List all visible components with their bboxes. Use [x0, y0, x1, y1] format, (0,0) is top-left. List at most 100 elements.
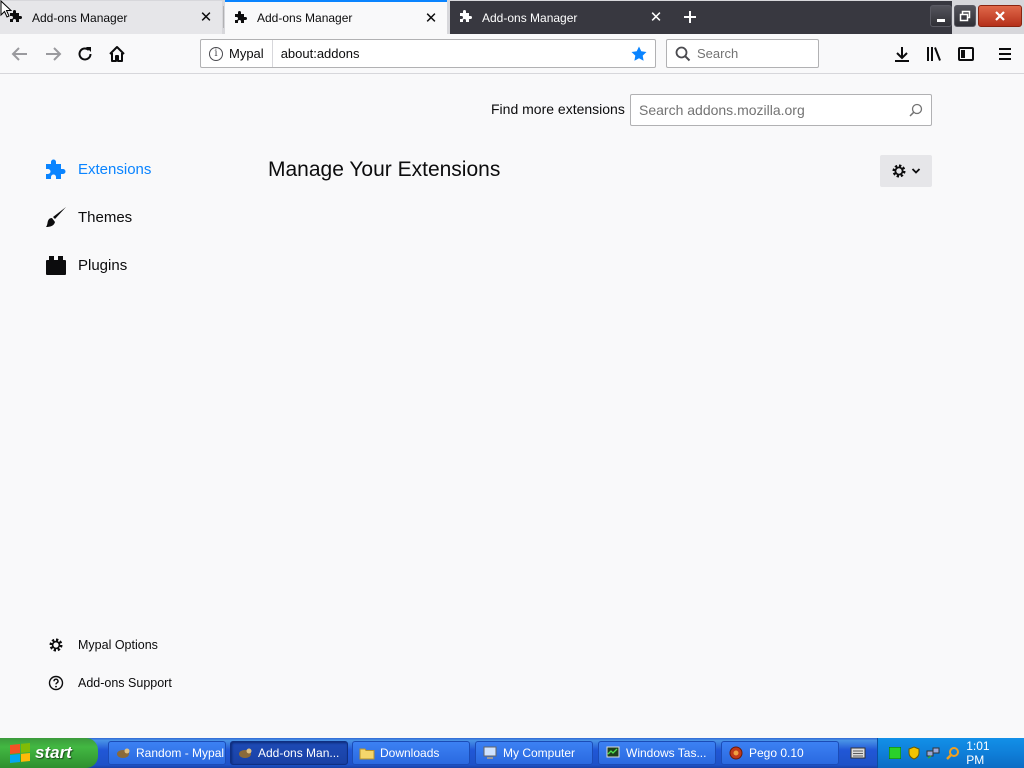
new-tab-button[interactable] [676, 5, 704, 29]
pego-icon [728, 745, 744, 761]
forward-button[interactable] [39, 40, 67, 68]
home-button[interactable] [103, 40, 131, 68]
keyboard-icon [850, 747, 866, 759]
find-more-label: Find more extensions [491, 101, 625, 117]
downloads-button[interactable] [888, 40, 916, 68]
category-label: Themes [78, 208, 133, 226]
system-tray: 1:01 PM [877, 738, 1024, 768]
gear-icon [46, 635, 66, 655]
footer-link-label: Mypal Options [78, 638, 158, 652]
minimize-button[interactable] [930, 5, 952, 27]
tab-addons-manager-3[interactable]: Add-ons Manager ✕ [450, 1, 672, 34]
reload-icon [78, 47, 92, 61]
restore-button[interactable] [954, 5, 976, 27]
info-icon: i [209, 46, 223, 61]
url-bar[interactable]: i Mypal about:addons [200, 39, 656, 68]
taskbar-item-label: Downloads [380, 746, 440, 760]
task-manager-icon [605, 745, 621, 761]
taskbar-item-label: Add-ons Man... [258, 746, 340, 760]
hamburger-menu-icon [999, 48, 1011, 60]
category-label: Plugins [78, 256, 128, 274]
category-label: Extensions [78, 160, 152, 178]
clock[interactable]: 1:01 PM [966, 739, 1008, 767]
back-arrow-icon [11, 47, 27, 61]
menu-button[interactable] [991, 40, 1019, 68]
plus-icon [684, 11, 696, 23]
start-label: start [35, 743, 72, 762]
minimize-icon [937, 18, 945, 22]
restore-icon [959, 10, 971, 22]
plugin-block-icon [44, 253, 68, 277]
sidebar-button[interactable] [952, 40, 980, 68]
taskbar-item-random-mypal[interactable]: Random - Mypal [108, 741, 226, 765]
footer-link-label: Add-ons Support [78, 676, 172, 690]
folder-icon [359, 745, 375, 761]
download-icon [895, 47, 909, 62]
start-button[interactable]: start [0, 738, 98, 768]
tab-title: Add-ons Manager [257, 11, 353, 25]
help-icon [46, 673, 66, 693]
tab-addons-manager-2[interactable]: Add-ons Manager ✕ [225, 0, 447, 34]
search-bar[interactable]: Search [666, 39, 819, 68]
taskbar-item-label: Random - Mypal [136, 746, 225, 760]
addons-search-placeholder: Search addons.mozilla.org [639, 102, 805, 118]
mypal-icon [237, 745, 253, 761]
close-icon[interactable]: ✕ [648, 9, 664, 26]
windows-logo-icon [10, 742, 30, 764]
identity-label: Mypal [229, 46, 264, 61]
shield-icon[interactable] [907, 746, 920, 760]
tools-menu-button[interactable] [880, 155, 932, 187]
identity-box[interactable]: i Mypal [201, 40, 273, 67]
library-button[interactable] [920, 40, 948, 68]
category-extensions[interactable]: Extensions [44, 154, 151, 184]
tab-strip: Add-ons Manager ✕ Add-ons Manager ✕ Add-… [0, 0, 1024, 34]
taskbar-item-label: Windows Tas... [626, 746, 707, 760]
sidebar-icon [958, 47, 974, 61]
url-text[interactable]: about:addons [281, 46, 629, 61]
tab-separator [223, 6, 224, 28]
close-icon [995, 11, 1005, 21]
home-icon [109, 46, 125, 62]
navigation-toolbar: i Mypal about:addons Search [0, 34, 1024, 74]
gear-icon [892, 164, 906, 178]
green-square-icon[interactable] [888, 746, 901, 760]
network-icon[interactable] [926, 746, 940, 760]
close-icon[interactable]: ✕ [423, 10, 439, 27]
reload-button[interactable] [71, 40, 99, 68]
tab-addons-manager-1[interactable]: Add-ons Manager ✕ [0, 1, 222, 34]
page-title: Manage Your Extensions [268, 158, 501, 181]
forward-arrow-icon [46, 47, 62, 61]
tab-strip-dark-area [672, 1, 952, 34]
back-button[interactable] [6, 40, 34, 68]
library-icon [927, 47, 941, 61]
language-bar[interactable] [840, 738, 876, 768]
category-plugins[interactable]: Plugins [44, 250, 127, 280]
chevron-down-icon [911, 168, 921, 174]
tab-title: Add-ons Manager [482, 10, 578, 25]
windows-taskbar: start Random - Mypal Add-ons Man... Down… [0, 738, 1024, 768]
addons-support-link[interactable]: Add-ons Support [46, 672, 172, 694]
close-window-button[interactable] [978, 5, 1022, 27]
taskbar-item-addons-manager[interactable]: Add-ons Man... [230, 741, 348, 765]
taskbar-item-windows-task-manager[interactable]: Windows Tas... [598, 741, 716, 765]
addons-search-input[interactable]: Search addons.mozilla.org [630, 94, 932, 126]
search-icon [909, 103, 923, 117]
taskbar-item-my-computer[interactable]: My Computer [475, 741, 593, 765]
magnifier-icon[interactable] [946, 746, 960, 760]
taskbar-item-downloads[interactable]: Downloads [352, 741, 470, 765]
search-placeholder: Search [697, 46, 739, 61]
tab-title: Add-ons Manager [32, 10, 128, 25]
bookmark-star-icon[interactable] [629, 44, 649, 64]
close-icon[interactable]: ✕ [198, 9, 214, 26]
window-controls [929, 0, 1024, 34]
brush-icon [44, 205, 68, 229]
taskbar-item-label: My Computer [503, 746, 576, 760]
computer-icon [482, 745, 498, 761]
mouse-cursor-icon [0, 0, 12, 18]
category-themes[interactable]: Themes [44, 202, 132, 232]
taskbar-item-pego[interactable]: Pego 0.10 [721, 741, 839, 765]
search-icon [675, 46, 691, 62]
mypal-options-link[interactable]: Mypal Options [46, 634, 158, 656]
mypal-icon [115, 745, 131, 761]
taskbar-item-label: Pego 0.10 [749, 746, 804, 760]
